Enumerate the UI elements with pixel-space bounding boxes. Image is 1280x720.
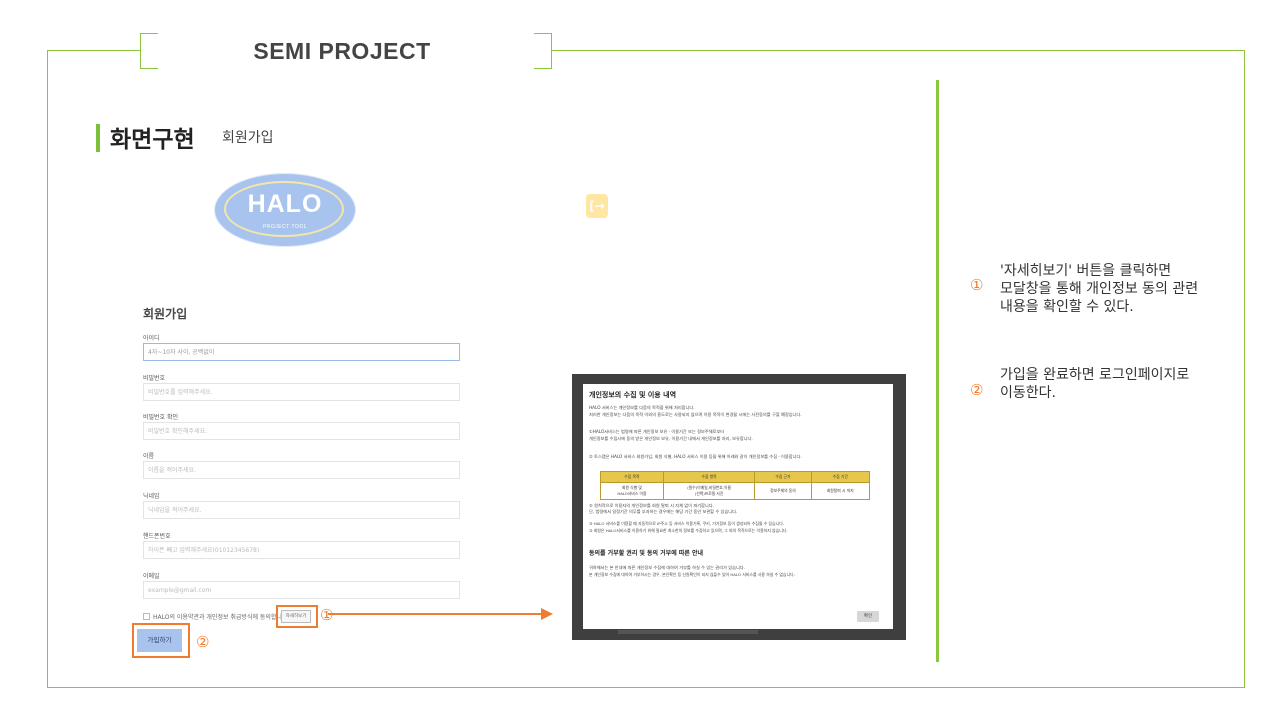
nickname-label: 닉네임 — [143, 493, 160, 500]
password-label: 비밀번호 — [143, 375, 166, 382]
table-header-cell: 수집 항목 — [662, 471, 756, 483]
callout-number-1: ① — [320, 606, 334, 624]
halo-logo-text: HALO — [247, 190, 323, 218]
section-subtitle: 회원가입 — [222, 130, 274, 146]
modal-text-line: 개인정보를 수집시에 동의 받은 개인정보 보유, 이용기간 내에서 개인정보를… — [589, 436, 753, 441]
phone-field[interactable]: 하이픈 빼고 입력해주세요(01012345678) — [143, 541, 460, 559]
modal-text-line: ③ 회원은 HALO서비스를 이용하기 위해 필요한 최소한의 정보를 수집하고… — [589, 528, 788, 533]
modal-ok-button[interactable]: 확인 — [857, 611, 879, 622]
modal-title: 개인정보의 수집 및 이용 내역 — [589, 391, 677, 399]
name-label: 이름 — [143, 453, 155, 460]
modal-text-line: ①HALO서비스는 법령에 따른 개인정보 보유 · 이용기간 또는 정보주체로… — [589, 429, 725, 434]
header-bracket-right — [534, 33, 552, 69]
password-confirm-field[interactable]: 비밀번호 확인해주세요. — [143, 422, 460, 440]
modal-text-line: ② 토스랩은 HALO 서비스 회원가입, 회원 식별, HALO 서비스 이용… — [589, 454, 802, 459]
email-field[interactable]: example@gmail.com — [143, 581, 460, 599]
name-field[interactable]: 이름을 적어주세요. — [143, 461, 460, 479]
signup-form-title: 회원가입 — [143, 307, 188, 321]
modal-text-line: 귀하께서는 본 안내에 따른 개인정보 수집에 대하여 거부를 하실 수 있는 … — [589, 565, 745, 570]
description-number-2: ② — [970, 381, 984, 399]
id-field[interactable]: 4자~10자 사이, 공백없이 — [143, 343, 460, 361]
modal-text-line: ③ HALO 서비스를 이용할 때 자동적으로 IP주소 등 서비스 이용기록,… — [589, 521, 785, 526]
modal-text-line: 본 개인정보 수집에 대하여 거부하시는 경우, 본인확인 등 신원확인이 되지… — [589, 572, 795, 577]
table-header-cell: 수집 근거 — [754, 471, 812, 483]
callout-arrow-line — [328, 613, 542, 615]
phone-label: 핸드폰번호 — [143, 533, 171, 540]
password-field[interactable]: 비밀번호를 입력해주세요. — [143, 383, 460, 401]
section-title: 화면구현 — [110, 127, 195, 153]
description-text-2: 가입을 완료하면 로그인페이지로 이동한다. — [1000, 367, 1190, 401]
modal-text-line: 단, 법령에서 일정기간 의무를 부과하는 경우에는 해당 기간 동안 보관할 … — [589, 509, 738, 514]
vertical-divider — [936, 80, 939, 662]
table-cell: 회원 식별 및 HALO서비스 이용 — [600, 482, 664, 500]
halo-logo-subtext: PROJECT TOOL — [262, 224, 308, 230]
agree-text: HALO의 이용약관과 개인정보 취급방식에 동의합니다. — [153, 614, 290, 621]
table-cell: 회원탈퇴 시 까지 — [810, 482, 871, 500]
callout-number-2: ② — [196, 633, 210, 651]
table-header-cell: 수집 기간 — [810, 471, 871, 483]
modal-text-line: HALO 서비스는 개인정보를 다음의 목적을 위해 처리합니다. — [589, 405, 695, 410]
signup-button-highlight — [132, 623, 190, 658]
password-confirm-label: 비밀번호 확인 — [143, 414, 179, 421]
email-label: 이메일 — [143, 573, 160, 580]
table-cell: (필수)이메일,비밀번호,이름 (선택)프로필 사진 — [662, 482, 756, 500]
description-text-1: '자세히보기' 버튼을 클릭하면 모달창을 통해 개인정보 동의 관련 내용을 … — [1000, 263, 1199, 315]
agree-checkbox[interactable] — [143, 613, 150, 620]
modal-subheading: 동의를 거부할 권리 및 동의 거부에 따른 안내 — [589, 550, 703, 557]
nickname-field[interactable]: 닉네임을 적어주세요. — [143, 501, 460, 519]
section-title-bar — [96, 124, 100, 152]
login-icon[interactable]: [→ — [586, 194, 608, 218]
detail-button-highlight — [276, 605, 318, 628]
callout-arrow-head — [541, 608, 553, 620]
modal-purpose-table: 수집 목적 수집 항목 수집 근거 수집 기간 회원 식별 및 HALO서비스 … — [600, 471, 871, 500]
modal-footer-bar — [618, 630, 758, 634]
table-cell: 정보주체의 동의 — [754, 482, 812, 500]
table-header-cell: 수집 목적 — [600, 471, 664, 483]
id-label: 아이디 — [143, 335, 160, 342]
header-bracket-left — [140, 33, 158, 69]
project-title: SEMI PROJECT — [253, 38, 431, 64]
description-number-1: ① — [970, 276, 984, 294]
modal-text-line: 처리한 개인정보는 다음의 목적 이외의 용도로는 사용되지 않으며 이용 목적… — [589, 412, 802, 417]
